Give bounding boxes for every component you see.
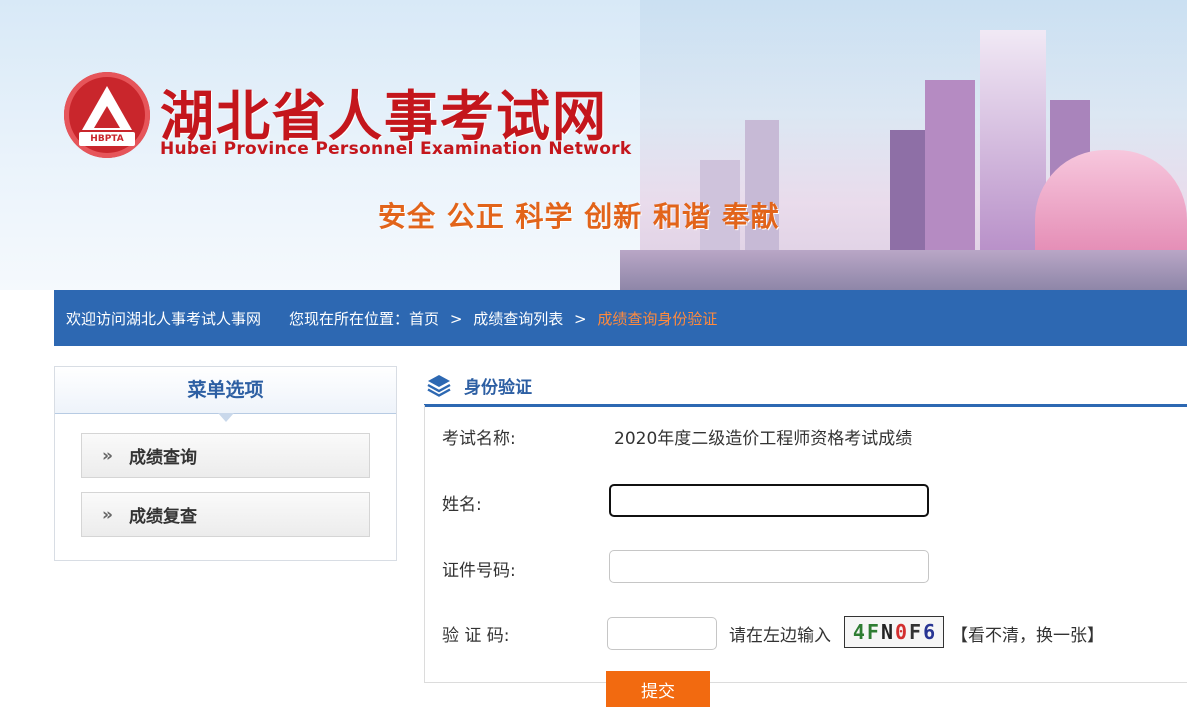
double-chevron-icon: » [102, 504, 113, 525]
building-shape [890, 130, 926, 250]
captcha-input[interactable] [607, 617, 717, 650]
id-number-label: 证件号码: [442, 561, 516, 581]
menu-item-label: 成绩复查 [128, 507, 197, 527]
refresh-captcha-link[interactable]: 【看不清，换一张】 [951, 621, 1104, 646]
captcha-image[interactable]: 4 F N 0 F 6 [844, 616, 944, 648]
captcha-char: F [909, 620, 922, 644]
building-shape [925, 80, 975, 250]
captcha-char: 4 [852, 620, 865, 644]
captcha-char: 6 [923, 620, 936, 644]
logo-abbr: HBPTA [79, 132, 135, 146]
site-subtitle: Hubei Province Personnel Examination Net… [160, 139, 632, 159]
breadcrumb: 首页 > 成绩查询列表 > 成绩查询身份验证 [409, 308, 717, 329]
menu-title: 菜单选项 [55, 367, 396, 414]
captcha-char: N [880, 620, 893, 644]
exam-name-value: 2020年度二级造价工程师资格考试成绩 [614, 429, 913, 449]
section-title: 身份验证 [464, 377, 532, 398]
location-label: 您现在所在位置： [289, 309, 410, 328]
captcha-char: F [866, 620, 879, 644]
breadcrumb-score-list[interactable]: 成绩查询列表 [473, 310, 563, 328]
breadcrumb-separator: > [449, 309, 463, 328]
captcha-char: 0 [895, 620, 908, 644]
river-water [620, 250, 1187, 290]
breadcrumb-home[interactable]: 首页 [409, 310, 439, 328]
breadcrumb-current: 成绩查询身份验证 [597, 309, 718, 328]
captcha-hint: 请在左边输入 [729, 626, 831, 646]
captcha-label: 验 证 码: [442, 626, 510, 646]
menu-item-label: 成绩查询 [128, 448, 197, 468]
site-slogan: 安全 公正 科学 创新 和谐 奉献 [378, 200, 780, 233]
breadcrumb-separator: > [573, 309, 587, 328]
nav-bar: 欢迎访问湖北人事考试人事网 您现在所在位置： 首页 > 成绩查询列表 > 成绩查… [54, 290, 1187, 346]
menu-pointer-icon [218, 413, 234, 422]
menu-item-score-review[interactable]: » 成绩复查 [81, 492, 370, 537]
name-label: 姓名: [442, 495, 482, 515]
section-header: 身份验证 [424, 366, 1187, 407]
welcome-text: 欢迎访问湖北人事考试人事网 [66, 309, 262, 328]
header-banner: HBPTA 湖北省人事考试网 Hubei Province Personnel … [0, 0, 1187, 290]
id-number-input[interactable] [609, 550, 929, 583]
double-chevron-icon: » [102, 445, 113, 466]
submit-button[interactable]: 提交 [606, 671, 710, 707]
layers-icon [427, 375, 451, 397]
name-input[interactable] [609, 484, 929, 517]
hbpta-logo: HBPTA [64, 72, 150, 158]
side-menu: 菜单选项 » 成绩查询 » 成绩复查 [54, 366, 397, 561]
exam-name-label: 考试名称: [442, 429, 516, 449]
menu-item-score-query[interactable]: » 成绩查询 [81, 433, 370, 478]
